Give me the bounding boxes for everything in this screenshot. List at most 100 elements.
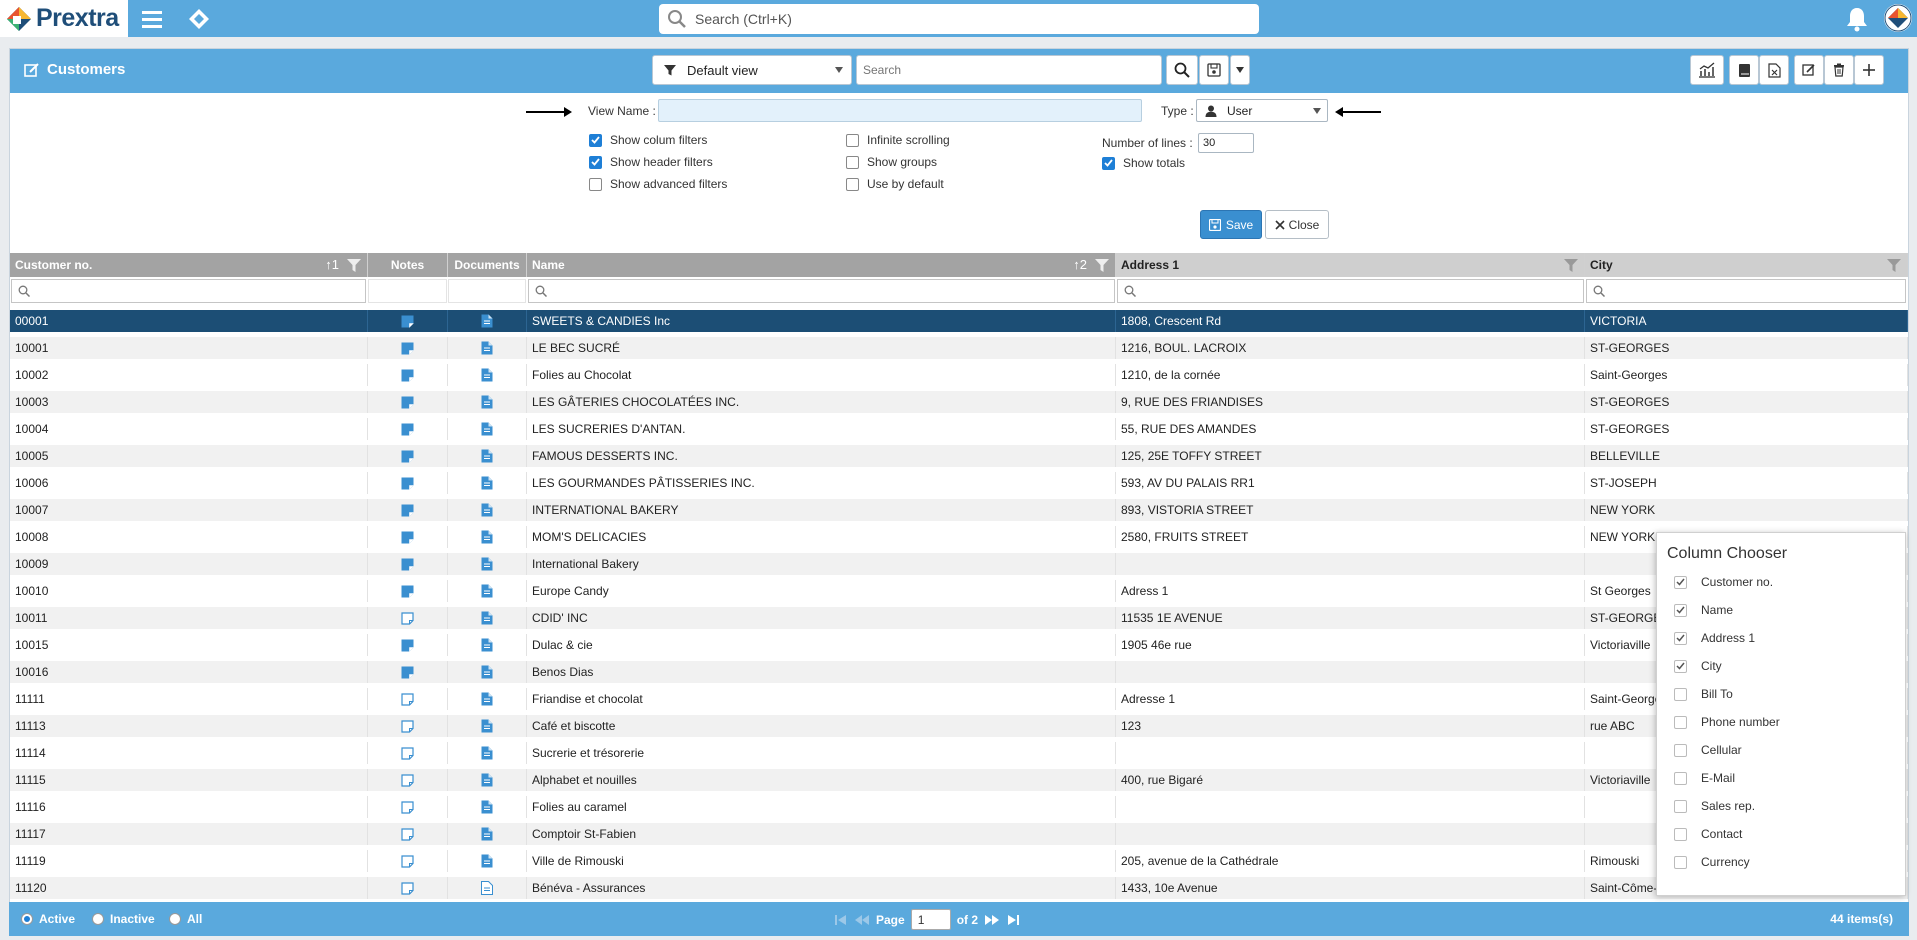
note-icon[interactable]	[368, 769, 448, 791]
table-cell[interactable]: 00001	[10, 310, 368, 332]
filter-icon[interactable]	[1095, 259, 1109, 272]
filter-icon[interactable]	[347, 259, 361, 272]
document-icon[interactable]	[448, 796, 527, 818]
checkbox-checked[interactable]	[1674, 659, 1687, 673]
table-cell[interactable]: Folies au Chocolat	[527, 364, 1116, 386]
add-button[interactable]	[1854, 55, 1884, 85]
table-cell[interactable]: 11120	[10, 877, 368, 899]
note-icon[interactable]	[368, 445, 448, 467]
table-cell[interactable]: 893, VISTORIA STREET	[1116, 499, 1585, 521]
user-avatar[interactable]	[1884, 4, 1912, 32]
filter-icon[interactable]	[1564, 259, 1578, 272]
note-icon[interactable]	[368, 310, 448, 332]
table-cell[interactable]: Saint-Georges	[1585, 364, 1908, 386]
table-cell[interactable]: 10011	[10, 607, 368, 629]
table-row[interactable]: 10008 MOM'S DELICACIES 2580, FRUITS STREET…	[10, 526, 1908, 548]
save-view-button[interactable]	[1199, 55, 1229, 85]
note-icon[interactable]	[368, 796, 448, 818]
column-chooser-item[interactable]: Contact	[1674, 827, 1742, 841]
table-cell[interactable]: Comptoir St-Fabien	[527, 823, 1116, 845]
table-cell[interactable]: 10007	[10, 499, 368, 521]
panel-search[interactable]	[856, 55, 1162, 85]
global-search[interactable]	[659, 4, 1259, 34]
table-cell[interactable]: 1808, Crescent Rd	[1116, 310, 1585, 332]
note-icon[interactable]	[368, 499, 448, 521]
document-icon[interactable]	[448, 715, 527, 737]
table-cell[interactable]: MOM'S DELICACIES	[527, 526, 1116, 548]
table-row[interactable]: 11119 Ville de Rimouski 205, avenue de la …	[10, 850, 1908, 872]
document-icon[interactable]	[448, 337, 527, 359]
table-cell[interactable]: ST-GEORGES	[1585, 337, 1908, 359]
hamburger-menu-button[interactable]	[136, 5, 168, 33]
table-cell[interactable]: Friandise et chocolat	[527, 688, 1116, 710]
sort-order-indicator[interactable]: ↑2	[1073, 257, 1087, 272]
checkbox-checked[interactable]	[1674, 575, 1687, 589]
document-icon[interactable]	[448, 499, 527, 521]
infinite-scrolling-checkbox[interactable]: Infinite scrolling	[846, 133, 950, 147]
table-cell[interactable]: 10009	[10, 553, 368, 575]
table-row[interactable]: 10015 Dulac & cie 1905 46e rue Victoriavill…	[10, 634, 1908, 656]
filter-icon[interactable]	[1887, 259, 1901, 272]
document-icon[interactable]	[448, 364, 527, 386]
column-chooser-item[interactable]: Name	[1674, 603, 1733, 617]
table-cell[interactable]: LE BEC SUCRÉ	[527, 337, 1116, 359]
number-of-lines-input[interactable]: 30	[1198, 133, 1254, 153]
table-row[interactable]: 10010 Europe Candy Adress 1 St Georges	[10, 580, 1908, 602]
global-search-input[interactable]	[695, 11, 1235, 27]
customer-no-filter-input[interactable]	[11, 279, 366, 303]
table-row[interactable]: 11115 Alphabet et nouilles 400, rue Bigaré…	[10, 769, 1908, 791]
note-icon[interactable]	[368, 742, 448, 764]
table-row[interactable]: 10006 LES GOURMANDES PÂTISSERIES INC. 593,…	[10, 472, 1908, 494]
table-row[interactable]: 10016 Benos Dias	[10, 661, 1908, 683]
show-totals-checkbox[interactable]: Show totals	[1102, 156, 1185, 170]
search-button[interactable]	[1166, 55, 1198, 85]
table-cell[interactable]: 10002	[10, 364, 368, 386]
table-row[interactable]: 10001 LE BEC SUCRÉ 1216, BOUL. LACROIX ST-G…	[10, 337, 1908, 359]
column-header-name[interactable]: Name ↑2	[527, 253, 1116, 277]
table-cell[interactable]	[1116, 796, 1585, 818]
note-icon[interactable]	[368, 553, 448, 575]
show-column-filters-checkbox[interactable]: Show colum filters	[589, 133, 707, 147]
note-icon[interactable]	[368, 661, 448, 683]
table-cell[interactable]: International Bakery	[527, 553, 1116, 575]
app-logo[interactable]: Prextra	[0, 0, 128, 37]
checkbox-unchecked[interactable]	[1674, 827, 1687, 841]
table-cell[interactable]: 1905 46e rue	[1116, 634, 1585, 656]
checkbox-unchecked[interactable]	[1674, 771, 1687, 785]
panel-search-input[interactable]	[863, 56, 1153, 84]
table-cell[interactable]	[1116, 553, 1585, 575]
table-cell[interactable]: 123	[1116, 715, 1585, 737]
table-cell[interactable]: Europe Candy	[527, 580, 1116, 602]
document-icon[interactable]	[448, 310, 527, 332]
table-cell[interactable]: Bénéva - Assurances	[527, 877, 1116, 899]
table-cell[interactable]: SWEETS & CANDIES Inc	[527, 310, 1116, 332]
table-cell[interactable]: Adress 1	[1116, 580, 1585, 602]
table-cell[interactable]: 11113	[10, 715, 368, 737]
table-cell[interactable]: 1216, BOUL. LACROIX	[1116, 337, 1585, 359]
close-button[interactable]: Close	[1265, 210, 1329, 239]
table-row[interactable]: 10011 CDID' INC 11535 1E AVENUE ST-GEORGES	[10, 607, 1908, 629]
table-cell[interactable]: Folies au caramel	[527, 796, 1116, 818]
note-icon[interactable]	[368, 337, 448, 359]
next-page-icon[interactable]	[984, 914, 1000, 926]
table-cell[interactable]: 1210, de la cornée	[1116, 364, 1585, 386]
column-chooser-item[interactable]: Bill To	[1674, 687, 1733, 701]
table-cell[interactable]: 11119	[10, 850, 368, 872]
note-icon[interactable]	[368, 823, 448, 845]
note-icon[interactable]	[368, 715, 448, 737]
document-icon[interactable]	[448, 526, 527, 548]
table-row[interactable]: 11116 Folies au caramel	[10, 796, 1908, 818]
checkbox-unchecked[interactable]	[1674, 855, 1687, 869]
use-by-default-checkbox[interactable]: Use by default	[846, 177, 944, 191]
table-cell[interactable]: LES SUCRERIES D'ANTAN.	[527, 418, 1116, 440]
table-row[interactable]: 11120 Bénéva - Assurances 1433, 10e Avenue…	[10, 877, 1908, 899]
table-cell[interactable]	[1116, 823, 1585, 845]
document-icon[interactable]	[448, 877, 527, 899]
table-row[interactable]: 11114 Sucrerie et trésorerie	[10, 742, 1908, 764]
table-cell[interactable]: 10004	[10, 418, 368, 440]
table-cell[interactable]: VICTORIA	[1585, 310, 1908, 332]
table-row[interactable]: 10007 INTERNATIONAL BAKERY 893, VISTORIA S…	[10, 499, 1908, 521]
document-icon[interactable]	[448, 607, 527, 629]
note-icon[interactable]	[368, 391, 448, 413]
table-cell[interactable]: LES GÂTERIES CHOCOLATÉES INC.	[527, 391, 1116, 413]
